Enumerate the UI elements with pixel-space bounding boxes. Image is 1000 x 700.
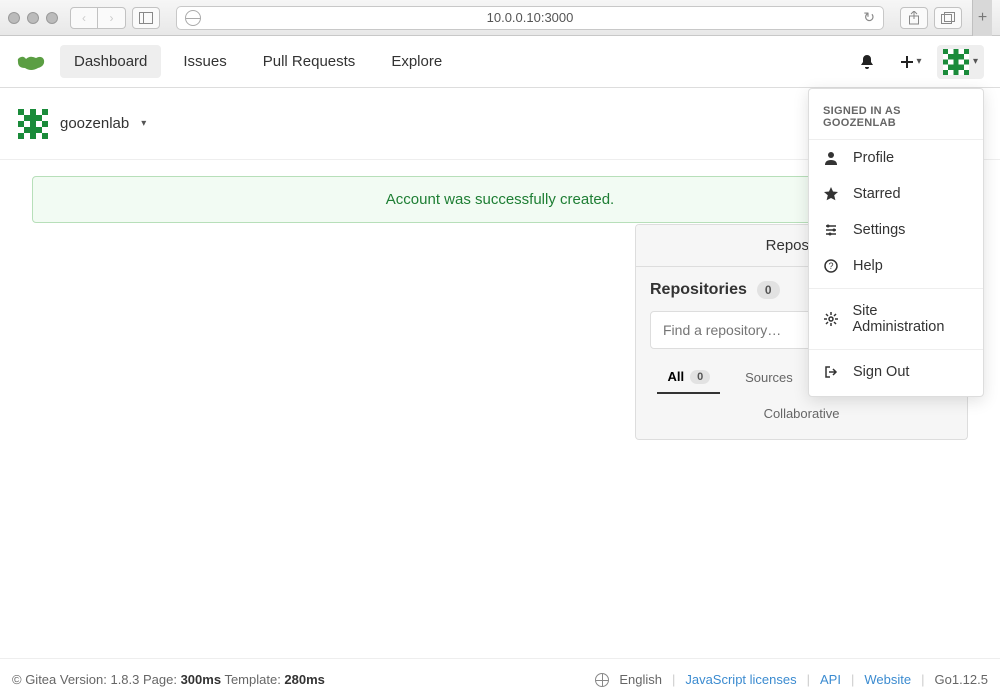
footer-go-version: Go1.12.5 (935, 672, 989, 687)
nav-back-forward: ‹ › (70, 7, 126, 29)
notifications-button[interactable] (849, 44, 885, 80)
filter-all[interactable]: All 0 (657, 361, 720, 394)
filter-all-count: 0 (690, 370, 710, 384)
signed-in-username: GOOZENLAB (823, 117, 896, 129)
minimize-window-icon[interactable] (27, 12, 39, 24)
dropdown-site-admin[interactable]: Site Administration (809, 293, 983, 345)
context-username[interactable]: goozenlab (60, 115, 129, 132)
nav-dashboard[interactable]: Dashboard (60, 45, 161, 78)
gitea-logo[interactable] (16, 52, 44, 72)
dropdown-settings-label: Settings (853, 222, 905, 238)
question-icon: ? (823, 259, 839, 273)
back-button[interactable]: ‹ (70, 7, 98, 29)
browser-chrome: ‹ › 10.0.0.10:3000 ↻ + (0, 0, 1000, 36)
dropdown-starred-label: Starred (853, 186, 901, 202)
svg-text:?: ? (828, 261, 833, 271)
dropdown-help-label: Help (853, 258, 883, 274)
dropdown-separator (809, 288, 983, 289)
footer-api[interactable]: API (820, 672, 841, 687)
dropdown-profile-label: Profile (853, 150, 894, 166)
tabs-button[interactable] (934, 7, 962, 29)
filter-collaborative[interactable]: Collaborative (754, 402, 850, 425)
zoom-window-icon[interactable] (46, 12, 58, 24)
globe-icon (595, 673, 609, 687)
address-bar[interactable]: 10.0.0.10:3000 ↻ (176, 6, 884, 30)
footer-page-ms: 300ms (181, 672, 221, 687)
repo-count-badge: 0 (757, 281, 780, 299)
dropdown-help[interactable]: ? Help (809, 248, 983, 284)
dropdown-sign-out[interactable]: Sign Out (809, 354, 983, 390)
footer-version-prefix: © Gitea Version: 1.8.3 Page: (12, 672, 181, 687)
footer-website[interactable]: Website (864, 672, 911, 687)
dropdown-profile[interactable]: Profile (809, 140, 983, 176)
chevron-down-icon: ▾ (973, 56, 978, 67)
repo-panel-title: Repositories (650, 281, 747, 299)
sign-out-icon (823, 365, 839, 379)
reload-icon[interactable]: ↻ (863, 9, 875, 26)
filter-sources[interactable]: Sources (735, 361, 803, 394)
nav-pull-requests[interactable]: Pull Requests (249, 45, 370, 78)
chevron-down-icon[interactable]: ▾ (141, 118, 146, 129)
user-menu-button[interactable]: ▾ (937, 45, 984, 79)
dropdown-signed-in-as: SIGNED IN AS GOOZENLAB (809, 95, 983, 140)
footer: © Gitea Version: 1.8.3 Page: 300ms Templ… (0, 658, 1000, 700)
signed-in-prefix: SIGNED IN AS (823, 105, 901, 117)
url-text: 10.0.0.10:3000 (487, 10, 574, 25)
footer-language[interactable]: English (619, 672, 662, 687)
footer-js-licenses[interactable]: JavaScript licenses (685, 672, 796, 687)
new-tab-button[interactable]: + (972, 0, 992, 36)
context-avatar (18, 109, 48, 139)
top-nav: Dashboard Issues Pull Requests Explore ▾… (0, 36, 1000, 88)
forward-button[interactable]: › (98, 7, 126, 29)
footer-version: © Gitea Version: 1.8.3 Page: 300ms Templ… (12, 672, 325, 687)
nav-issues[interactable]: Issues (169, 45, 240, 78)
sliders-icon (823, 223, 839, 237)
dropdown-settings[interactable]: Settings (809, 212, 983, 248)
avatar (943, 49, 969, 75)
dropdown-starred[interactable]: Starred (809, 176, 983, 212)
chevron-down-icon: ▾ (916, 56, 921, 67)
dropdown-sign-out-label: Sign Out (853, 364, 909, 380)
dropdown-separator (809, 349, 983, 350)
footer-template-ms: 280ms (284, 672, 324, 687)
dropdown-site-admin-label: Site Administration (853, 303, 969, 335)
sidebar-toggle-button[interactable] (132, 7, 160, 29)
person-icon (823, 151, 839, 165)
user-dropdown: SIGNED IN AS GOOZENLAB Profile Starred S… (808, 88, 984, 397)
window-controls (8, 12, 58, 24)
footer-template-prefix: Template: (221, 672, 284, 687)
share-button[interactable] (900, 7, 928, 29)
close-window-icon[interactable] (8, 12, 20, 24)
create-menu-button[interactable]: ▾ (893, 44, 929, 80)
nav-explore[interactable]: Explore (377, 45, 456, 78)
gear-icon (823, 312, 839, 326)
star-icon (823, 187, 839, 201)
site-identity-icon (185, 10, 201, 26)
filter-all-label: All (667, 369, 684, 384)
